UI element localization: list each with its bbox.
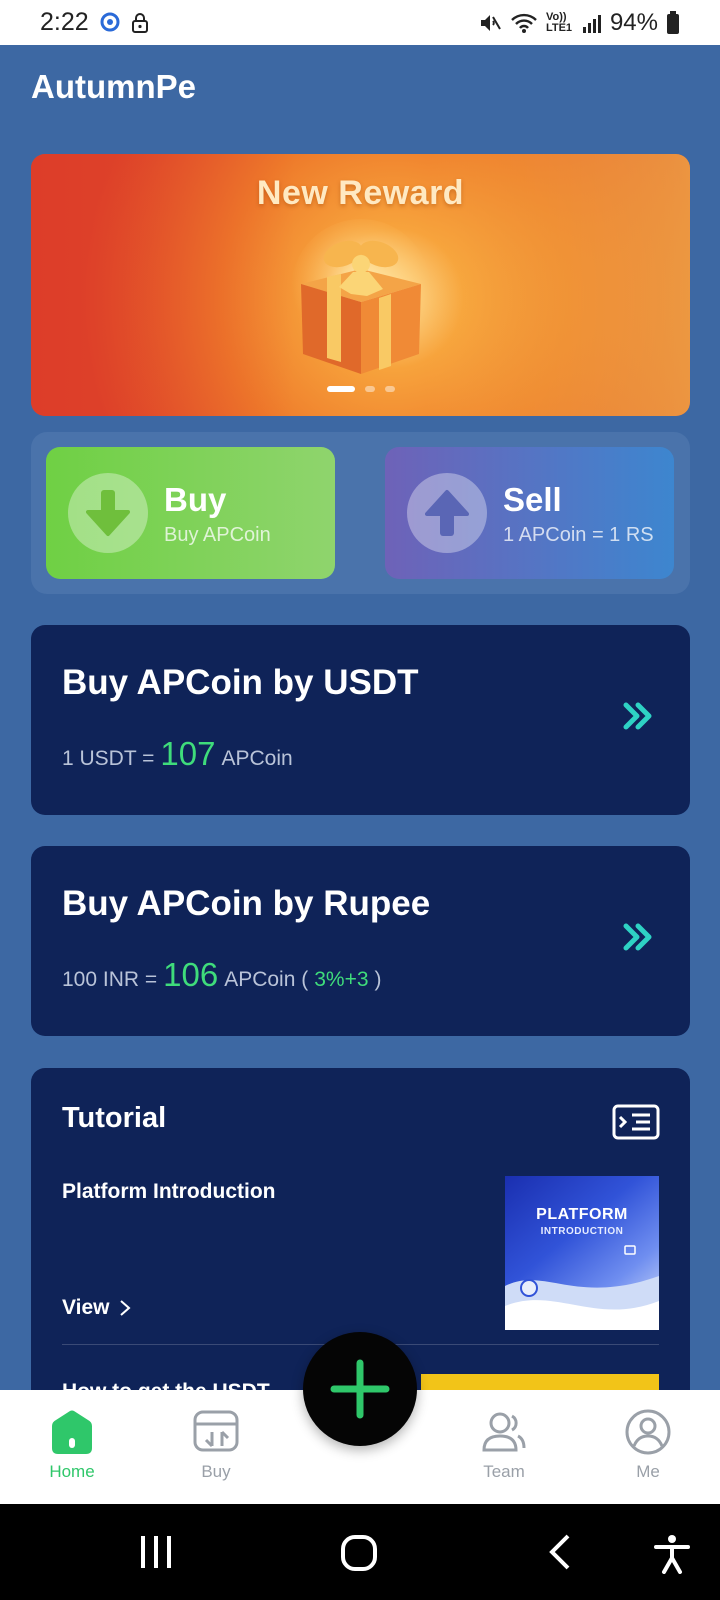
usdt-rate-value: 107 bbox=[160, 735, 216, 772]
chevron-right-icon bbox=[120, 1300, 132, 1316]
recent-apps-icon[interactable] bbox=[138, 1534, 174, 1570]
thumbnail-title: PLATFORM bbox=[536, 1206, 628, 1223]
rupee-rate-unit: APCoin ( bbox=[224, 968, 309, 991]
banner-pagination bbox=[31, 386, 690, 392]
nav-home[interactable]: Home bbox=[22, 1408, 122, 1482]
rupee-rate-suffix: ) bbox=[374, 968, 382, 991]
rupee-rate-prefix: 100 INR = bbox=[62, 968, 158, 991]
accessibility-icon[interactable] bbox=[652, 1534, 692, 1574]
rupee-card-title: Buy APCoin by Rupee bbox=[62, 884, 431, 923]
status-time: 2:22 bbox=[40, 8, 89, 36]
add-fab-button[interactable] bbox=[303, 1332, 417, 1446]
usdt-rate-unit: APCoin bbox=[221, 747, 293, 770]
sell-button[interactable]: Sell 1 APCoin = 1 RS bbox=[385, 447, 674, 579]
rupee-bonus: 3%+3 bbox=[314, 968, 369, 991]
buy-title: Buy bbox=[164, 480, 227, 518]
nav-buy[interactable]: Buy bbox=[166, 1408, 266, 1482]
banner-title: New Reward bbox=[256, 174, 465, 212]
usdt-rate: 1 USDT = 107 APCoin bbox=[62, 735, 293, 773]
exchange-icon bbox=[193, 1410, 239, 1452]
network-label: Vo)) LTE1 bbox=[545, 10, 573, 34]
back-icon[interactable] bbox=[548, 1534, 572, 1570]
status-bar: 2:22 Vo)) LTE1 94% bbox=[0, 0, 720, 45]
app-title: AutumnPe bbox=[31, 68, 196, 105]
nav-me-label: Me bbox=[636, 1462, 660, 1481]
sell-subtitle: 1 APCoin = 1 RS bbox=[503, 523, 654, 546]
banner-dot[interactable] bbox=[326, 386, 355, 392]
team-icon bbox=[482, 1412, 526, 1452]
tutorial-item-title[interactable]: Platform Introduction bbox=[62, 1180, 276, 1204]
gift-box-icon bbox=[291, 219, 431, 374]
platform-intro-thumbnail[interactable]: PLATFORM INTRODUCTION bbox=[505, 1176, 659, 1330]
buy-by-usdt-card[interactable]: Buy APCoin by USDT 1 USDT = 107 APCoin bbox=[31, 625, 690, 815]
usdt-card-title: Buy APCoin by USDT bbox=[62, 663, 419, 702]
wifi-icon bbox=[510, 12, 538, 34]
reward-banner[interactable]: New Reward bbox=[31, 154, 690, 416]
usdt-rate-prefix: 1 USDT = bbox=[62, 747, 155, 770]
thumbnail-subtitle: INTRODUCTION bbox=[540, 1226, 624, 1237]
tutorial-view-link[interactable]: View bbox=[62, 1296, 132, 1320]
system-nav-bar bbox=[0, 1504, 720, 1600]
home-button-icon[interactable] bbox=[340, 1534, 378, 1572]
nav-home-label: Home bbox=[49, 1462, 95, 1481]
home-icon bbox=[52, 1410, 92, 1454]
lock-icon bbox=[131, 12, 149, 34]
tutorial-title: Tutorial bbox=[62, 1102, 167, 1134]
nav-team[interactable]: Team bbox=[454, 1408, 554, 1482]
action-panel: Buy Buy APCoin Sell 1 APCoin = 1 RS bbox=[31, 432, 690, 594]
plus-icon bbox=[330, 1359, 390, 1419]
mute-icon bbox=[478, 12, 502, 34]
arrow-up-icon bbox=[407, 473, 487, 553]
nav-team-label: Team bbox=[483, 1462, 525, 1481]
battery-percent: 94% bbox=[609, 8, 658, 36]
banner-dot[interactable] bbox=[384, 386, 395, 392]
profile-icon bbox=[625, 1409, 671, 1455]
app-notification-icon bbox=[99, 12, 121, 34]
double-chevron-right-icon bbox=[623, 702, 652, 730]
nav-me[interactable]: Me bbox=[598, 1408, 698, 1482]
view-label: View bbox=[62, 1296, 110, 1319]
arrow-down-icon bbox=[68, 473, 148, 553]
banner-dot[interactable] bbox=[364, 386, 375, 392]
list-menu-icon[interactable] bbox=[612, 1104, 660, 1140]
double-chevron-right-icon bbox=[623, 923, 652, 951]
buy-by-rupee-card[interactable]: Buy APCoin by Rupee 100 INR = 106 APCoin… bbox=[31, 846, 690, 1036]
signal-icon bbox=[582, 13, 602, 33]
rupee-rate-value: 106 bbox=[163, 956, 219, 993]
rupee-rate: 100 INR = 106 APCoin ( 3%+3 ) bbox=[62, 956, 382, 994]
nav-buy-label: Buy bbox=[201, 1462, 231, 1481]
sell-title: Sell bbox=[503, 480, 562, 518]
buy-subtitle: Buy APCoin bbox=[164, 523, 271, 546]
battery-icon bbox=[666, 10, 680, 35]
buy-button[interactable]: Buy Buy APCoin bbox=[46, 447, 335, 579]
